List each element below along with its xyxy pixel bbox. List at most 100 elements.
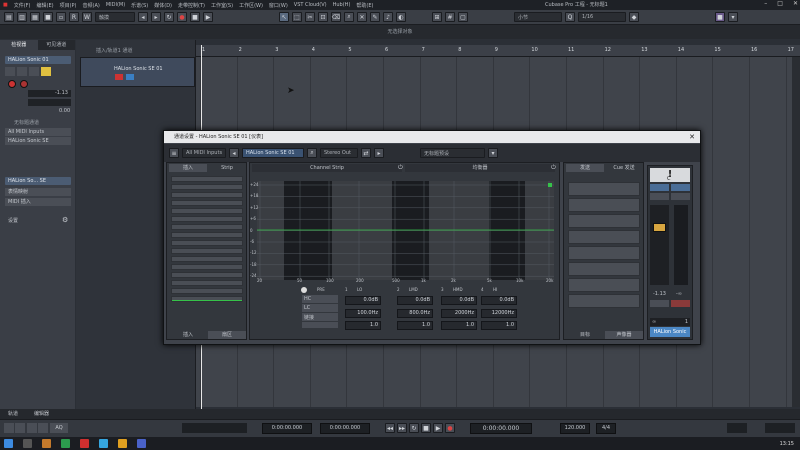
channel-name-field[interactable]: HALion Sonic SE 01 <box>242 148 304 158</box>
channel-window-close-icon[interactable]: ✕ <box>689 131 695 143</box>
tab-track[interactable]: 轨道 <box>8 410 18 417</box>
windows-start-icon[interactable] <box>4 439 13 448</box>
menu-audio[interactable]: 音频(A) <box>80 2 103 9</box>
zoom-tool-icon[interactable]: ⌕ <box>344 12 354 22</box>
transport-settings-icon[interactable] <box>4 423 14 433</box>
channel-search-icon[interactable]: ⌕ <box>307 148 317 158</box>
solo-toggle[interactable] <box>671 184 690 191</box>
track-row[interactable] <box>80 57 195 87</box>
color-tool-icon[interactable]: ◐ <box>396 12 406 22</box>
right-zone-icon[interactable]: ▦ <box>30 12 40 22</box>
speaker-tool-icon[interactable]: ♪ <box>383 12 393 22</box>
menu-help[interactable]: 帮助(E) <box>353 2 376 9</box>
send-slot[interactable] <box>568 278 640 292</box>
app-indigo-icon[interactable] <box>137 439 146 448</box>
eq-graph[interactable] <box>257 181 554 280</box>
monitor-icon[interactable]: ▫ <box>56 12 66 22</box>
more-icon[interactable]: ▾ <box>728 12 738 22</box>
right-locator[interactable]: 0:00:00.000 <box>320 423 370 434</box>
timeline-ruler[interactable] <box>196 45 800 57</box>
output-routing-select[interactable]: HALion Sonic SE <box>5 137 71 145</box>
eq-power-icon[interactable]: ⏻ <box>551 164 556 172</box>
cycle-icon[interactable]: ↻ <box>164 12 174 22</box>
lower-zone-icon[interactable]: ▥ <box>17 12 27 22</box>
grid-type-select[interactable]: 小节 <box>514 12 562 22</box>
eq-bypass-icon[interactable] <box>301 287 307 293</box>
menu-edit[interactable]: 编辑(E) <box>34 2 57 9</box>
grid-icon[interactable]: # <box>445 12 455 22</box>
vertical-scrollbar[interactable] <box>792 57 800 407</box>
insert-slot[interactable] <box>171 192 243 198</box>
insert-slot[interactable] <box>171 216 243 222</box>
send-slot[interactable] <box>568 294 640 308</box>
read-toggle[interactable] <box>650 193 669 200</box>
play2-icon[interactable]: ▶ <box>433 423 443 433</box>
menu-file[interactable]: 文件(F) <box>11 2 34 9</box>
read-icon[interactable]: R <box>69 12 79 22</box>
app-yellow-icon[interactable] <box>118 439 127 448</box>
eq-band-gain[interactable]: 0.0dB <box>345 296 381 305</box>
record-enable-button[interactable] <box>8 80 16 88</box>
cubase-taskbar-icon[interactable] <box>80 439 89 448</box>
draw-tool-icon[interactable]: ✎ <box>370 12 380 22</box>
erase-tool-icon[interactable]: ⌫ <box>331 12 341 22</box>
stop3-icon[interactable]: ■ <box>421 423 431 433</box>
send-slot[interactable] <box>568 230 640 244</box>
solo-button[interactable] <box>17 67 27 76</box>
forward2-icon[interactable]: ▸▸ <box>397 423 407 433</box>
eq-band-freq[interactable]: 12000Hz <box>481 309 517 318</box>
eq-band-gain[interactable]: 0.0dB <box>481 296 517 305</box>
eq-band-freq[interactable]: 800.0Hz <box>397 309 433 318</box>
eq-band-q[interactable]: 1.0 <box>441 321 477 330</box>
insert-slot[interactable] <box>171 176 243 182</box>
snap-icon[interactable]: ⊞ <box>432 12 442 22</box>
app-blue-icon[interactable] <box>99 439 108 448</box>
play-icon[interactable]: ▶ <box>203 12 213 22</box>
insert-slot[interactable] <box>171 264 243 270</box>
fader-track[interactable] <box>650 205 669 285</box>
send-slot[interactable] <box>568 198 640 212</box>
mute-tool-icon[interactable]: ✕ <box>357 12 367 22</box>
tab-inserts[interactable]: 插入 <box>169 164 207 172</box>
tab-editor[interactable]: 编辑器 <box>34 410 49 417</box>
send-slot[interactable] <box>568 182 640 196</box>
tempo-display[interactable]: 120.000 <box>560 423 590 434</box>
close-button[interactable]: ✕ <box>793 0 798 7</box>
tab-inserts-bottom[interactable]: 插入 <box>169 331 207 339</box>
transport-menu-icon[interactable] <box>15 423 25 433</box>
tab-channel-strip[interactable]: Channel Strip <box>252 164 402 172</box>
eq-band-q[interactable]: 1.0 <box>481 321 517 330</box>
menu-workspace[interactable]: 工作区(W) <box>236 2 266 9</box>
strip-power-icon[interactable]: ⏻ <box>398 164 403 172</box>
stop2-icon[interactable]: ■ <box>190 12 200 22</box>
quantize-icon[interactable]: Q <box>565 12 575 22</box>
pan-slider[interactable] <box>28 99 71 106</box>
app-green-icon[interactable] <box>61 439 70 448</box>
read-button[interactable] <box>29 67 39 76</box>
send-slot[interactable] <box>568 214 640 228</box>
eq-band-freq[interactable]: 100.0Hz <box>345 309 381 318</box>
menu-hub[interactable]: Hub(H) <box>330 2 354 8</box>
tab-target[interactable]: 目标 <box>566 331 604 339</box>
tab-visibility[interactable]: 可见通道 <box>38 40 76 50</box>
insert-slot[interactable] <box>171 280 243 286</box>
minimize-button[interactable]: – <box>764 0 767 7</box>
menu-project[interactable]: 项目(P) <box>57 2 80 9</box>
left-locator[interactable]: 0:00:00.000 <box>262 423 312 434</box>
menu-score[interactable]: 乐谱(S) <box>128 2 151 9</box>
eq-band-freq[interactable]: 2000Hz <box>441 309 477 318</box>
fader-handle[interactable] <box>653 223 666 232</box>
main-time-display[interactable]: 0:00:00.000 <box>470 423 532 434</box>
stop-icon[interactable]: ■ <box>43 12 53 22</box>
aq-button[interactable]: AQ <box>50 423 68 433</box>
section-settings[interactable]: 设置 <box>8 217 18 224</box>
menu-transport[interactable]: 走带控制(T) <box>175 2 208 9</box>
transport-audio-icon[interactable] <box>38 423 48 433</box>
section-expression[interactable]: 表情映射 <box>5 188 71 196</box>
settings-gear-icon[interactable]: ⚙ <box>62 216 68 224</box>
preset-menu-icon[interactable]: ▾ <box>488 148 498 158</box>
channel-prev-icon[interactable]: ◂ <box>229 148 239 158</box>
insert-slot[interactable] <box>171 256 243 262</box>
insert-slot[interactable] <box>171 272 243 278</box>
insert-slot[interactable] <box>171 248 243 254</box>
